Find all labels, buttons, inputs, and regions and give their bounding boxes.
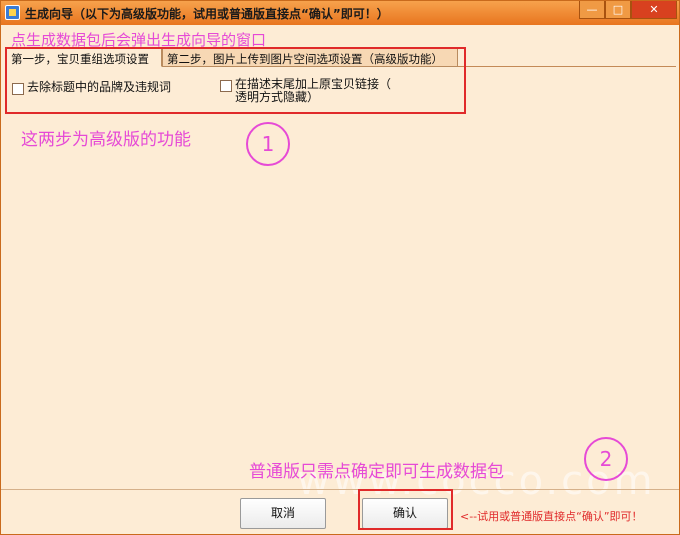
wizard-window: 生成向导（以下为高级版功能，试用或普通版直接点“确认”即可！） — □ ✕ 点生… (0, 0, 680, 535)
highlight-box-options (5, 47, 466, 114)
window-title: 生成向导（以下为高级版功能，试用或普通版直接点“确认”即可！） (25, 7, 389, 21)
title-bar[interactable]: 生成向导（以下为高级版功能，试用或普通版直接点“确认”即可！） — □ ✕ (1, 1, 679, 25)
step-marker-1: 1 (246, 122, 290, 166)
close-button[interactable]: ✕ (631, 1, 677, 19)
footer-divider (1, 489, 679, 490)
confirm-hint: <--试用或普通版直接点“确认”即可！ (460, 510, 643, 523)
app-icon (5, 5, 20, 20)
step-marker-2: 2 (584, 437, 628, 481)
minimize-button[interactable]: — (579, 1, 605, 19)
highlight-box-confirm (358, 489, 453, 530)
cancel-button[interactable]: 取消 (240, 498, 326, 529)
maximize-button[interactable]: □ (605, 1, 631, 19)
annotation-bottom-hint: 普通版只需点确定即可生成数据包 (249, 462, 504, 482)
annotation-mid-hint: 这两步为高级版的功能 (21, 130, 191, 150)
